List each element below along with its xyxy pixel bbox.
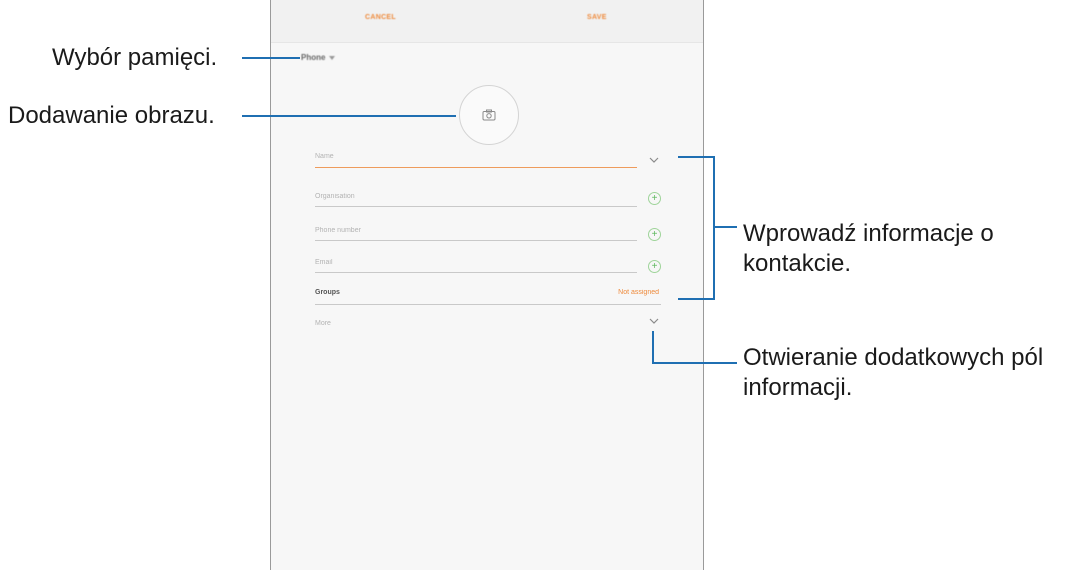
callout-more-fields-line1: Otwieranie dodatkowych pól xyxy=(743,344,1044,371)
more-fields-label[interactable]: More xyxy=(315,320,331,327)
name-field[interactable]: Name xyxy=(315,153,334,160)
callout-image: Dodawanie obrazu. xyxy=(8,102,215,129)
callout-storage-line xyxy=(242,57,300,59)
name-field-underline xyxy=(315,167,637,168)
email-field[interactable]: Email xyxy=(315,259,333,266)
organisation-field[interactable]: Organisation xyxy=(315,193,355,200)
callout-storage: Wybór pamięci. xyxy=(52,44,218,71)
add-organisation-plus-icon[interactable]: + xyxy=(648,192,661,205)
callout-contact-line xyxy=(715,226,737,228)
groups-label[interactable]: Groups xyxy=(315,289,340,296)
add-photo-button[interactable] xyxy=(459,85,519,145)
bracket-top xyxy=(678,156,715,158)
caret-down-icon xyxy=(329,55,336,60)
callout-contact-info-line1: Wprowadź informacje o xyxy=(743,220,994,247)
add-phone-plus-icon[interactable]: + xyxy=(648,228,661,241)
contact-editor-screen: CANCEL SAVE Phone Name Organisation + Ph… xyxy=(270,0,704,570)
organisation-field-underline xyxy=(315,206,637,207)
callout-more-fields-line2: informacji. xyxy=(743,374,853,401)
callout-more-line xyxy=(652,362,737,364)
save-button[interactable]: SAVE xyxy=(587,14,607,21)
add-email-plus-icon[interactable]: + xyxy=(648,260,661,273)
top-action-bar: CANCEL SAVE xyxy=(271,0,703,43)
groups-value[interactable]: Not assigned xyxy=(618,289,659,296)
callout-more-vertical xyxy=(652,331,654,364)
storage-selector-label: Phone xyxy=(301,53,326,62)
email-field-underline xyxy=(315,272,637,273)
callout-contact-info: Wprowadź informacje o kontakcie. xyxy=(743,219,994,279)
bracket-bottom xyxy=(678,298,715,300)
chevron-down-icon[interactable] xyxy=(649,157,659,163)
camera-icon xyxy=(482,109,496,121)
groups-underline xyxy=(315,304,661,305)
bracket-vertical xyxy=(713,156,715,300)
more-chevron-down-icon[interactable] xyxy=(649,318,659,324)
cancel-button[interactable]: CANCEL xyxy=(365,14,396,21)
callout-image-line xyxy=(242,115,456,117)
phone-number-field-underline xyxy=(315,240,637,241)
phone-number-field[interactable]: Phone number xyxy=(315,227,361,234)
callout-contact-info-line2: kontakcie. xyxy=(743,250,852,277)
callout-more-fields: Otwieranie dodatkowych pól informacji. xyxy=(743,343,1043,403)
storage-selector[interactable]: Phone xyxy=(301,53,336,62)
